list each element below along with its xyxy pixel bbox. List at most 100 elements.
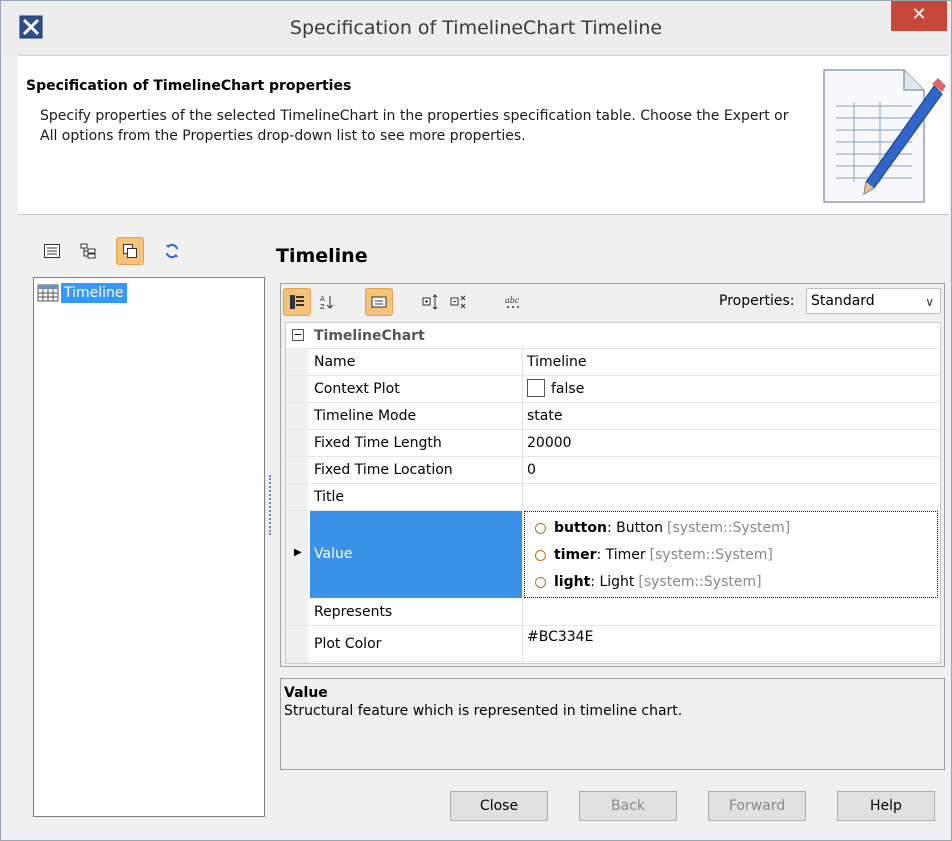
value-list[interactable]: button : Button [system::System] timer :… — [524, 511, 938, 598]
property-name: Context Plot — [314, 381, 400, 397]
value-item-name: timer — [554, 547, 597, 563]
properties-dropdown[interactable]: Standard ∨ — [806, 288, 941, 314]
property-row[interactable]: Context Plot false — [286, 376, 940, 403]
properties-panel: A Z abc Properties: Standard ∨ − Timelin… — [280, 283, 945, 667]
svg-text:A: A — [320, 295, 325, 303]
property-row[interactable]: Fixed Time Length 20000 — [286, 430, 940, 457]
property-value[interactable]: #BC334E — [522, 626, 940, 661]
category-label: TimelineChart — [314, 328, 425, 344]
expand-all-button[interactable] — [417, 288, 445, 316]
property-value[interactable]: 0 — [522, 457, 940, 483]
properties-toolbar: A Z abc Properties: Standard ∨ — [281, 284, 944, 320]
property-name: Fixed Time Location — [314, 462, 453, 478]
property-name: Value — [310, 511, 522, 598]
chevron-down-icon: ∨ — [925, 295, 934, 309]
part-icon — [535, 522, 546, 534]
value-item[interactable]: button : Button [system::System] — [535, 515, 790, 541]
expand-icon — [422, 294, 438, 310]
property-name: Plot Color — [314, 636, 382, 652]
refresh-button[interactable] — [158, 237, 186, 265]
value-item-scope: [system::System] — [649, 547, 773, 563]
property-row[interactable]: Title — [286, 484, 940, 511]
property-value[interactable]: Timeline — [522, 349, 940, 375]
row-pointer-icon: ▶ — [294, 547, 302, 558]
value-item-type: : Light — [590, 574, 635, 590]
property-row[interactable]: Name Timeline — [286, 349, 940, 376]
properties-table: − TimelineChart Name Timeline Context Pl… — [285, 322, 941, 664]
property-value[interactable] — [522, 599, 940, 625]
description-toggle-button[interactable] — [365, 288, 393, 316]
tree-item-timeline[interactable]: Timeline — [37, 282, 127, 304]
property-row[interactable]: Plot Color #BC334E — [286, 626, 940, 662]
property-name: Represents — [314, 604, 393, 620]
property-row[interactable]: Represents — [286, 599, 940, 626]
header-title: Specification of TimelineChart propertie… — [26, 78, 352, 94]
title-bar: Specification of TimelineChart Timeline … — [1, 1, 951, 55]
svg-text:Z: Z — [320, 303, 325, 310]
refresh-icon — [166, 243, 178, 259]
list-view-button[interactable] — [38, 237, 66, 265]
property-name: Name — [314, 354, 356, 370]
close-window-button[interactable]: ✕ — [891, 1, 947, 31]
property-row[interactable]: Fixed Time Location 0 — [286, 457, 940, 484]
document-pencil-icon — [823, 69, 946, 203]
property-name: Fixed Time Length — [314, 435, 442, 451]
collapse-toggle-icon[interactable]: − — [292, 329, 304, 341]
collapse-all-button[interactable] — [445, 288, 473, 316]
sort-alphabetical-button[interactable]: A Z — [313, 288, 341, 316]
sort-az-icon: A Z — [320, 295, 334, 310]
collapse-icon — [450, 295, 466, 309]
value-item[interactable]: light : Light [system::System] — [535, 569, 762, 595]
back-button[interactable]: Back — [579, 791, 677, 821]
element-tree[interactable]: Timeline — [33, 277, 265, 817]
context-plot-checkbox[interactable] — [527, 378, 545, 397]
properties-label: Properties: — [719, 293, 795, 309]
value-item[interactable]: timer : Timer [system::System] — [535, 542, 773, 568]
description-text: Structural feature which is represented … — [284, 703, 683, 719]
tree-view-icon — [80, 243, 96, 259]
forward-button[interactable]: Forward — [708, 791, 806, 821]
property-value[interactable]: false — [522, 376, 940, 402]
value-item-scope: [system::System] — [667, 520, 791, 536]
part-icon — [535, 576, 546, 588]
category-row[interactable]: − TimelineChart — [286, 323, 940, 349]
panel-title: Timeline — [276, 245, 368, 267]
property-value[interactable]: state — [522, 403, 940, 429]
close-button[interactable]: Close — [450, 791, 548, 821]
copy-view-button[interactable] — [116, 237, 144, 265]
tree-view-button[interactable] — [74, 237, 102, 265]
part-icon — [535, 549, 546, 561]
content-area: Timeline Timeline A Z abc Properties: St… — [18, 215, 949, 817]
header-description: Specify properties of the selected Timel… — [40, 108, 789, 144]
specification-dialog: Specification of TimelineChart Timeline … — [0, 0, 952, 841]
value-item-name: button — [554, 520, 607, 536]
value-item-type: : Timer — [596, 547, 646, 563]
description-icon — [371, 296, 387, 308]
splitter-handle[interactable] — [269, 475, 273, 535]
description-title: Value — [284, 685, 328, 701]
spelling-button[interactable]: abc — [499, 288, 527, 316]
property-row-value-selected[interactable]: ▶ Value button : Button [system::System]… — [286, 511, 940, 598]
value-item-type: : Button — [606, 520, 664, 536]
help-button[interactable]: Help — [837, 791, 935, 821]
categorized-icon — [290, 295, 304, 309]
description-panel: Value Structural feature which is repres… — [280, 678, 945, 770]
property-name: Timeline Mode — [314, 408, 417, 424]
property-value[interactable] — [522, 484, 940, 510]
categorized-view-button[interactable] — [283, 288, 311, 316]
value-item-name: light — [554, 574, 591, 590]
property-name: Title — [314, 489, 345, 505]
tree-item-label: Timeline — [61, 283, 127, 303]
checkbox-label: false — [551, 381, 585, 397]
dialog-header: Specification of TimelineChart propertie… — [18, 55, 949, 215]
property-row[interactable]: Timeline Mode state — [286, 403, 940, 430]
timeline-chart-icon — [37, 284, 59, 302]
properties-dropdown-value: Standard — [811, 293, 875, 309]
value-item-scope: [system::System] — [638, 574, 762, 590]
spellcheck-icon: abc — [505, 296, 520, 308]
window-title: Specification of TimelineChart Timeline — [289, 17, 663, 39]
svg-text:abc: abc — [505, 296, 520, 305]
property-value[interactable]: 20000 — [522, 430, 940, 456]
copy-icon — [123, 244, 137, 258]
list-view-icon — [44, 244, 60, 258]
